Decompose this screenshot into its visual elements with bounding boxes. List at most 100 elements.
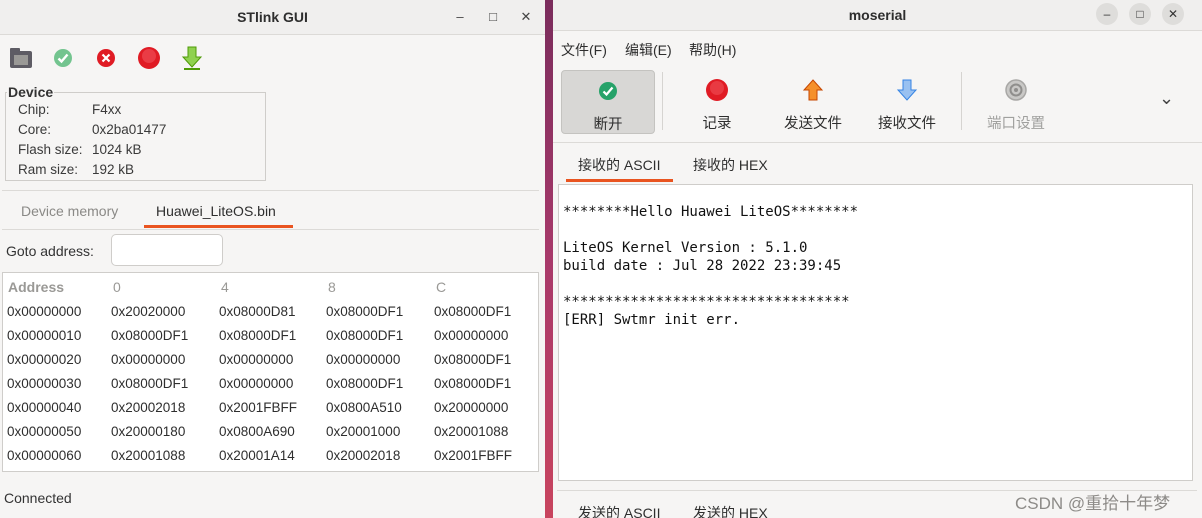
connected-check-icon: [599, 82, 617, 100]
column-header-0[interactable]: 0: [113, 279, 121, 295]
device-row-flash: Flash size: 1024 kB: [18, 142, 142, 157]
minimize-button[interactable]: –: [1096, 3, 1118, 25]
memory-table: Address 0 4 8 C 0x00000000 0x20020000 0x08…: [2, 272, 539, 472]
memory-value-cell: 0x08000DF1: [434, 376, 512, 391]
stlink-window: STlink GUI – □ ✕ Device Chip: F4xx Core:…: [0, 0, 545, 518]
table-row[interactable]: 0x00000010 0x08000DF1 0x08000DF1 0x08000DF1…: [3, 324, 538, 348]
memory-value-cell: 0x08000DF1: [434, 304, 512, 319]
send-file-button[interactable]: 发送文件: [769, 70, 857, 132]
open-icon[interactable]: [8, 45, 34, 71]
address-cell: 0x00000010: [7, 328, 82, 343]
memory-value-cell: 0x08000DF1: [111, 328, 189, 343]
memory-value-cell: 0x08000DF1: [434, 352, 512, 367]
memory-value-cell: 0x2001FBFF: [434, 448, 513, 463]
memory-value-cell: 0x08000DF1: [326, 376, 404, 391]
table-row[interactable]: 0x00000060 0x20001088 0x20001A14 0x20002018…: [3, 444, 538, 468]
maximize-button[interactable]: □: [1129, 3, 1151, 25]
memory-value-cell: 0x00000000: [111, 352, 186, 367]
moserial-toolbar: 断开 记录 发送文件 接收文件 端口设置 ⌄: [553, 66, 1202, 143]
memory-value-cell: 0x20000180: [111, 424, 186, 439]
memory-value-cell: 0x08000D81: [219, 304, 296, 319]
toolbar-separator: [662, 72, 663, 130]
device-value: 0x2ba01477: [92, 122, 167, 137]
memory-tabs: Device memory Huawei_LiteOS.bin: [2, 190, 539, 230]
toolbar-overflow-icon[interactable]: ⌄: [1159, 88, 1174, 109]
moserial-titlebar: moserial – □ ✕: [553, 0, 1202, 31]
column-header-address[interactable]: Address: [8, 279, 64, 295]
stop-icon[interactable]: [136, 45, 162, 71]
terminal-line: ********Hello Huawei LiteOS********: [563, 204, 859, 220]
record-icon: [706, 79, 728, 101]
port-settings-gear-icon: [1005, 79, 1027, 101]
column-header-4[interactable]: 4: [221, 279, 229, 295]
download-icon[interactable]: [179, 45, 205, 71]
receive-down-arrow-icon: [896, 79, 918, 101]
address-cell: 0x00000060: [7, 448, 82, 463]
table-row[interactable]: 0x00000050 0x20000180 0x0800A690 0x20001000…: [3, 420, 538, 444]
terminal-line: [ERR] Swtmr init err.: [563, 312, 741, 328]
menu-edit[interactable]: 编辑(E): [625, 40, 672, 60]
memory-value-cell: 0x08000DF1: [219, 328, 297, 343]
memory-value-cell: 0x20002018: [326, 448, 401, 463]
connect-icon[interactable]: [50, 45, 76, 71]
table-row[interactable]: 0x00000030 0x08000DF1 0x00000000 0x08000DF1…: [3, 372, 538, 396]
disconnect-icon[interactable]: [93, 45, 119, 71]
receive-terminal[interactable]: ********Hello Huawei LiteOS******** Lite…: [558, 184, 1193, 481]
send-file-label: 发送文件: [784, 116, 842, 132]
port-settings-label: 端口设置: [987, 116, 1045, 132]
address-cell: 0x00000000: [7, 304, 82, 319]
minimize-button[interactable]: –: [451, 8, 469, 26]
memory-value-cell: 0x08000DF1: [326, 328, 404, 343]
maximize-button[interactable]: □: [484, 8, 502, 26]
disconnect-button[interactable]: 断开: [561, 70, 655, 134]
memory-value-cell: 0x20001000: [326, 424, 401, 439]
column-header-c[interactable]: C: [436, 279, 446, 295]
terminal-line: LiteOS Kernel Version : 5.1.0: [563, 240, 808, 256]
memory-value-cell: 0x00000000: [219, 352, 294, 367]
table-row[interactable]: 0x00000040 0x20002018 0x2001FBFF 0x0800A510…: [3, 396, 538, 420]
tab-send-ascii[interactable]: 发送的 ASCII: [578, 503, 660, 518]
device-row-core: Core: 0x2ba01477: [18, 122, 166, 137]
table-row[interactable]: 0x00000020 0x00000000 0x00000000 0x00000000…: [3, 348, 538, 372]
watermark: CSDN @重拾十年梦: [1015, 494, 1171, 513]
record-button[interactable]: 记录: [673, 70, 761, 132]
memory-value-cell: 0x00000000: [219, 376, 294, 391]
memory-value-cell: 0x20020000: [111, 304, 186, 319]
table-row[interactable]: 0x00000000 0x20020000 0x08000D81 0x08000DF1…: [3, 300, 538, 324]
tab-receive-hex[interactable]: 接收的 HEX: [693, 155, 768, 175]
moserial-window: moserial – □ ✕ 文件(F) 编辑(E) 帮助(H) 断开 记录 发…: [553, 0, 1202, 518]
memory-value-cell: 0x2001FBFF: [219, 400, 298, 415]
active-tab-indicator: [566, 179, 673, 182]
memory-value-cell: 0x20001A14: [219, 448, 295, 463]
receive-file-button[interactable]: 接收文件: [863, 70, 951, 132]
close-button[interactable]: ✕: [517, 8, 535, 26]
tab-send-hex[interactable]: 发送的 HEX: [693, 503, 768, 518]
close-button[interactable]: ✕: [1162, 3, 1184, 25]
port-settings-button[interactable]: 端口设置: [971, 70, 1061, 132]
tab-huawei-liteos-bin[interactable]: Huawei_LiteOS.bin: [156, 203, 276, 219]
memory-value-cell: 0x0800A510: [326, 400, 402, 415]
goto-address-input[interactable]: [111, 234, 223, 266]
device-value: F4xx: [92, 102, 122, 117]
goto-address-label: Goto address:: [6, 243, 94, 259]
device-row-ram: Ram size: 192 kB: [18, 162, 134, 177]
stlink-toolbar: [0, 35, 545, 77]
menu-help[interactable]: 帮助(H): [689, 40, 736, 60]
tab-device-memory[interactable]: Device memory: [21, 203, 118, 219]
terminal-line: build date : Jul 28 2022 23:39:45: [563, 258, 842, 274]
menu-file[interactable]: 文件(F): [561, 40, 607, 60]
tab-receive-ascii[interactable]: 接收的 ASCII: [578, 155, 660, 175]
memory-value-cell: 0x20000000: [434, 400, 509, 415]
menubar: 文件(F) 编辑(E) 帮助(H): [553, 31, 1202, 65]
disconnect-label: 断开: [593, 117, 623, 133]
memory-value-cell: 0x00000000: [326, 352, 401, 367]
memory-value-cell: 0x08000DF1: [111, 376, 189, 391]
device-label: Chip:: [18, 102, 50, 117]
memory-value-cell: 0x20002018: [111, 400, 186, 415]
memory-value-cell: 0x00000000: [434, 328, 509, 343]
memory-value-cell: 0x0800A690: [219, 424, 295, 439]
address-cell: 0x00000030: [7, 376, 82, 391]
device-label: Core:: [18, 122, 52, 137]
device-label: Ram size:: [18, 162, 79, 177]
column-header-8[interactable]: 8: [328, 279, 336, 295]
